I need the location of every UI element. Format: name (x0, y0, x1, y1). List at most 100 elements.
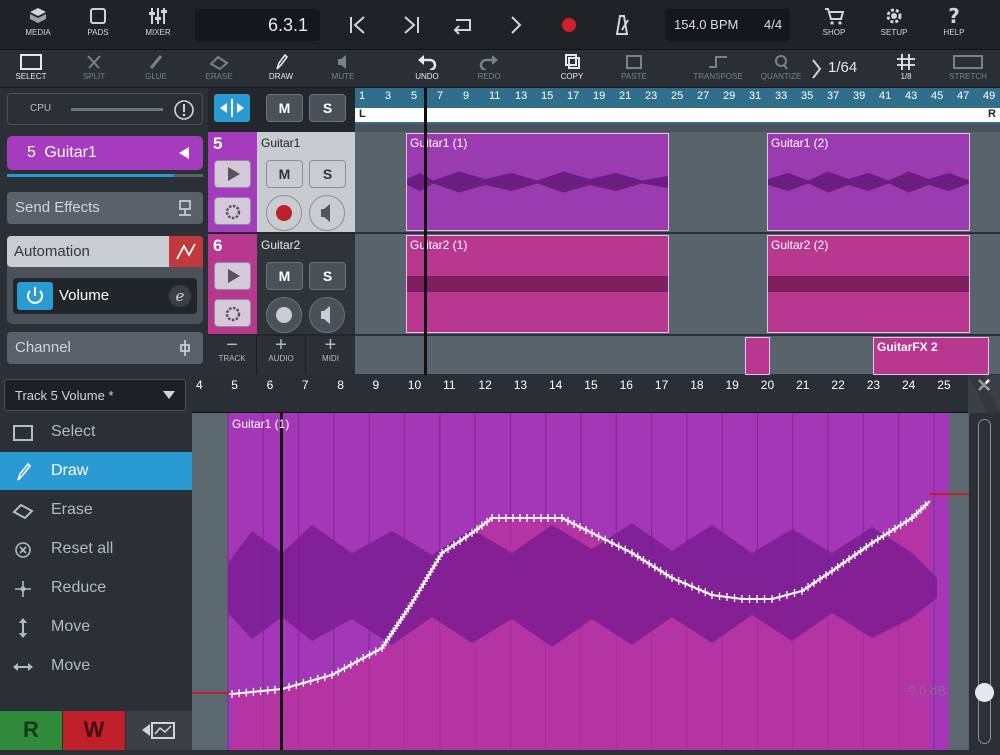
add-midi-track-button[interactable]: + MIDI (306, 335, 355, 375)
global-solo-button[interactable]: S (309, 94, 346, 122)
automation-return-button[interactable] (126, 711, 192, 750)
ruler-bar-number: 1 (359, 90, 366, 102)
editor-playhead[interactable] (280, 413, 283, 750)
track-solo-button[interactable]: S (309, 160, 346, 188)
write-button[interactable]: W (63, 711, 125, 750)
audio-clip[interactable]: Guitar2 (1) (406, 235, 669, 333)
track-play-button[interactable] (214, 160, 251, 188)
audio-clip[interactable]: Guitar1 (1) (406, 133, 669, 231)
vertical-zoom-slider[interactable] (969, 413, 1000, 750)
go-to-end-icon[interactable] (398, 12, 424, 38)
arrange-view[interactable]: 1 3 5 7 9 11 13 15 17 19 21 23 25 27 29 31 33 35 37 39 41 43 4… (355, 88, 1000, 375)
redo-button[interactable]: REDO (459, 52, 519, 86)
transpose-button[interactable]: TRANSPOSE (688, 52, 748, 86)
automation-toggle[interactable] (169, 236, 203, 267)
arrange-ruler[interactable]: 1 3 5 7 9 11 13 15 17 19 21 23 25 27 29 31 33 35 37 39 41 43 4… (355, 88, 1000, 124)
automation-select-tool[interactable]: Select (0, 413, 192, 451)
mute-tool[interactable]: MUTE (313, 52, 373, 86)
close-editor-button[interactable] (968, 375, 1000, 413)
editor-ruler[interactable]: 4567891011121314151617181920212223242526 (192, 375, 1000, 413)
setup-button[interactable]: SETUP (864, 6, 924, 46)
read-button[interactable]: R (0, 711, 62, 750)
channel-button[interactable]: Channel (7, 332, 203, 364)
left-locator[interactable]: L (359, 108, 366, 120)
track-solo-button[interactable]: S (309, 262, 346, 290)
loop-range-bar[interactable]: L R (355, 108, 1000, 122)
global-mute-button[interactable]: M (266, 94, 303, 122)
track-fx-button[interactable] (214, 299, 251, 327)
track-monitor-button[interactable] (309, 195, 345, 231)
glue-tool[interactable]: GLUE (126, 52, 186, 86)
track-monitor-button[interactable] (309, 297, 345, 333)
stretch-tool[interactable]: STRETCH (938, 52, 998, 86)
automation-editor[interactable]: Guitar1 (1) -0.0 dB (192, 413, 969, 750)
remove-track-button[interactable]: − TRACK (208, 335, 257, 375)
track-play-button[interactable] (214, 262, 251, 290)
record-icon (276, 307, 292, 323)
slider-thumb[interactable] (975, 683, 994, 702)
automation-draw-tool[interactable]: Draw (0, 452, 192, 490)
automation-reset-all[interactable]: Reset all (0, 530, 192, 568)
quantize-button[interactable]: QUANTIZE (751, 52, 811, 86)
audio-clip[interactable] (745, 337, 770, 375)
selected-track-number: 5 (27, 144, 36, 161)
record-icon[interactable] (556, 12, 582, 38)
editor-bar-number: 12 (478, 378, 492, 392)
editor-bar-number: 25 (937, 378, 951, 392)
go-to-start-icon[interactable] (345, 12, 371, 38)
tempo-display[interactable]: 154.0 BPM 4/4 (665, 9, 790, 41)
automation-move-horizontal[interactable]: Move (0, 647, 192, 685)
add-audio-track-button[interactable]: + AUDIO (257, 335, 306, 375)
selected-track-name[interactable]: 5 Guitar1 (7, 136, 203, 170)
playhead[interactable] (424, 88, 427, 375)
automation-canvas[interactable] (192, 413, 969, 750)
quantize-value[interactable]: 1/64 (828, 59, 857, 76)
track-mute-button[interactable]: M (266, 160, 303, 188)
mixer-button[interactable]: MIXER (128, 6, 188, 46)
draw-tool[interactable]: DRAW (251, 52, 311, 86)
erase-tool[interactable]: ERASE (189, 52, 249, 86)
automation-button[interactable]: Automation (7, 236, 203, 267)
right-locator[interactable]: R (988, 108, 996, 120)
automation-move-vertical[interactable]: Move (0, 608, 192, 646)
pads-button[interactable]: PADS (68, 6, 128, 46)
track-header-5[interactable]: 5 Guitar1 M S (208, 132, 355, 232)
fader-icon (180, 340, 190, 356)
track-record-button[interactable] (266, 195, 302, 231)
select-tool[interactable]: SELECT (1, 52, 61, 86)
collapse-arrow-icon (179, 147, 189, 159)
play-icon[interactable] (503, 12, 529, 38)
split-tool[interactable]: SPLIT (64, 52, 124, 86)
metronome-icon[interactable] (609, 12, 635, 38)
automation-parameter[interactable]: Volume e (13, 278, 197, 314)
help-button[interactable]: ? HELP (924, 6, 984, 46)
automation-track-selector[interactable]: Track 5 Volume * (4, 379, 186, 411)
copy-button[interactable]: COPY (542, 52, 602, 86)
alert-icon[interactable] (173, 99, 195, 121)
automation-erase-tool[interactable]: Erase (0, 491, 192, 529)
position-display[interactable]: 6.3.1 (195, 9, 320, 41)
grid-button[interactable]: 1/8 (876, 52, 936, 86)
track-fx-button[interactable] (214, 197, 251, 225)
chevron-right-icon[interactable] (810, 56, 822, 82)
move-horizontal-icon (13, 663, 33, 671)
audio-clip[interactable]: Guitar1 (2) (767, 133, 970, 231)
shop-button[interactable]: SHOP (804, 6, 864, 46)
editor-bar-number: 6 (266, 378, 274, 392)
automation-reduce[interactable]: Reduce (0, 569, 192, 607)
track-record-button[interactable] (266, 297, 302, 333)
edit-parameter-icon[interactable]: e (167, 283, 193, 309)
fold-tracks-button[interactable] (214, 94, 250, 122)
audio-clip[interactable]: GuitarFX 2 (873, 337, 989, 375)
audio-clip[interactable]: Guitar2 (2) (767, 235, 970, 333)
power-button[interactable] (17, 282, 53, 310)
track-header-6[interactable]: 6 Guitar2 M S (208, 234, 355, 334)
clip-label: Guitar2 (1) (410, 238, 468, 252)
media-button[interactable]: MEDIA (8, 6, 68, 46)
paste-button[interactable]: PASTE (604, 52, 664, 86)
undo-button[interactable]: UNDO (397, 52, 457, 86)
track-mute-button[interactable]: M (266, 262, 303, 290)
draw-tool-label: Draw (51, 462, 89, 479)
loop-icon[interactable] (450, 12, 476, 38)
send-effects-button[interactable]: Send Effects (7, 192, 203, 224)
